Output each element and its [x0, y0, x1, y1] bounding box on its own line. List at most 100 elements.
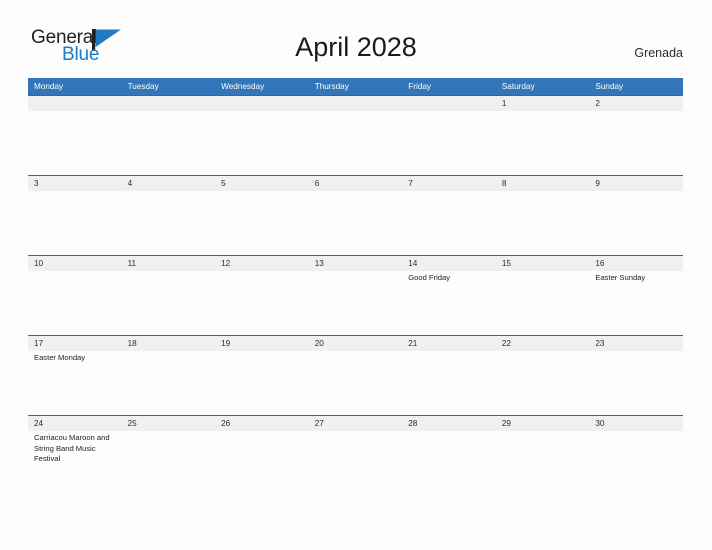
day-number-17[interactable]: 17 [28, 336, 122, 351]
day-number-11[interactable]: 11 [122, 256, 216, 271]
day-number-empty [402, 96, 496, 111]
weekday-header-monday: Monday [34, 82, 64, 91]
day-number-13[interactable]: 13 [309, 256, 403, 271]
day-number-10[interactable]: 10 [28, 256, 122, 271]
event-label: Easter Monday [34, 353, 86, 362]
event-label: Easter Sunday [595, 273, 646, 282]
day-number-5[interactable]: 5 [215, 176, 309, 191]
event-band [28, 111, 683, 175]
day-number-20[interactable]: 20 [309, 336, 403, 351]
day-event-empty [589, 431, 683, 495]
day-event-empty [28, 271, 122, 335]
day-event-empty [496, 271, 590, 335]
day-number-25[interactable]: 25 [122, 416, 216, 431]
day-event-empty [215, 431, 309, 495]
weekday-header-wednesday: Wednesday [221, 82, 265, 91]
date-number-band: 17 18 19 20 21 22 23 [28, 335, 683, 351]
day-event-empty [309, 111, 403, 175]
date-number-band: 10 11 12 13 14 15 16 [28, 255, 683, 271]
day-number-26[interactable]: 26 [215, 416, 309, 431]
weekday-header-saturday: Saturday [501, 82, 535, 91]
day-number-9[interactable]: 9 [589, 176, 683, 191]
day-number-2[interactable]: 2 [589, 96, 683, 111]
event-band: Carriacou Maroon and String Band Music F… [28, 431, 683, 495]
weekday-header-tuesday: Tuesday [127, 82, 159, 91]
day-event-empty [496, 111, 590, 175]
day-number-4[interactable]: 4 [122, 176, 216, 191]
day-event-17[interactable]: Easter Monday [28, 351, 122, 415]
calendar-week-row: 12 [28, 95, 683, 175]
page-header: General Blue April 2028 Grenada [0, 0, 712, 78]
day-number-27[interactable]: 27 [309, 416, 403, 431]
day-event-empty [122, 431, 216, 495]
day-number-1[interactable]: 1 [496, 96, 590, 111]
calendar-week-row: 24 25 26 27 28 29 30 Carriacou Maroon and Strin… [28, 415, 683, 495]
day-event-empty [28, 111, 122, 175]
event-label: Carriacou Maroon and String Band Music F… [34, 433, 110, 464]
event-label: Good Friday [408, 273, 451, 282]
day-event-empty [589, 351, 683, 415]
date-number-band: 24 25 26 27 28 29 30 [28, 415, 683, 431]
day-event-14[interactable]: Good Friday [402, 271, 496, 335]
calendar-weeks: 1 2 3 4 5 6 7 8 9 10 11 12 13 14 15 16 Good Friday Easter… [28, 95, 683, 495]
calendar-page: General Blue April 2028 Grenada Monday Tu… [0, 0, 712, 550]
weekday-header-friday: Friday [408, 82, 431, 91]
day-event-empty [589, 191, 683, 255]
day-number-7[interactable]: 7 [402, 176, 496, 191]
day-event-empty [215, 191, 309, 255]
day-event-empty [122, 271, 216, 335]
day-event-empty [309, 271, 403, 335]
day-number-empty [309, 96, 403, 111]
day-event-empty [122, 111, 216, 175]
calendar-week-row: 3456789 [28, 175, 683, 255]
day-event-empty [215, 111, 309, 175]
day-number-24[interactable]: 24 [28, 416, 122, 431]
date-number-band: 12 [28, 95, 683, 111]
day-number-22[interactable]: 22 [496, 336, 590, 351]
event-band: Easter Monday [28, 351, 683, 415]
day-number-empty [122, 96, 216, 111]
day-event-empty [309, 351, 403, 415]
day-event-empty [122, 191, 216, 255]
day-event-empty [122, 351, 216, 415]
day-number-3[interactable]: 3 [28, 176, 122, 191]
page-title: April 2028 [295, 32, 417, 62]
day-event-empty [215, 271, 309, 335]
weekday-header-thursday: Thursday [314, 82, 349, 91]
day-number-30[interactable]: 30 [589, 416, 683, 431]
day-event-empty [496, 191, 590, 255]
day-event-empty [496, 431, 590, 495]
day-event-16[interactable]: Easter Sunday [589, 271, 683, 335]
weekday-header-row: Monday Tuesday Wednesday Thursday Friday Satu… [28, 78, 683, 95]
day-number-12[interactable]: 12 [215, 256, 309, 271]
day-number-8[interactable]: 8 [496, 176, 590, 191]
date-number-band: 3456789 [28, 175, 683, 191]
day-number-6[interactable]: 6 [309, 176, 403, 191]
day-number-21[interactable]: 21 [402, 336, 496, 351]
day-number-18[interactable]: 18 [122, 336, 216, 351]
day-event-empty [402, 431, 496, 495]
day-event-empty [309, 191, 403, 255]
day-number-29[interactable]: 29 [496, 416, 590, 431]
day-number-15[interactable]: 15 [496, 256, 590, 271]
day-event-24[interactable]: Carriacou Maroon and String Band Music F… [28, 431, 122, 495]
day-number-14[interactable]: 14 [402, 256, 496, 271]
day-event-empty [589, 111, 683, 175]
day-number-16[interactable]: 16 [589, 256, 683, 271]
day-event-empty [402, 191, 496, 255]
event-band: Good Friday Easter Sunday [28, 271, 683, 335]
day-number-23[interactable]: 23 [589, 336, 683, 351]
day-event-empty [215, 351, 309, 415]
day-number-empty [215, 96, 309, 111]
day-event-empty [309, 431, 403, 495]
calendar-grid: Monday Tuesday Wednesday Thursday Friday Satu… [28, 78, 683, 495]
day-event-empty [28, 191, 122, 255]
region-label: Grenada [634, 46, 683, 60]
day-event-empty [402, 111, 496, 175]
day-number-empty [28, 96, 122, 111]
day-number-19[interactable]: 19 [215, 336, 309, 351]
day-event-empty [402, 351, 496, 415]
weekday-header-sunday: Sunday [595, 82, 624, 91]
calendar-week-row: 10 11 12 13 14 15 16 Good Friday Easter Sunday [28, 255, 683, 335]
day-number-28[interactable]: 28 [402, 416, 496, 431]
